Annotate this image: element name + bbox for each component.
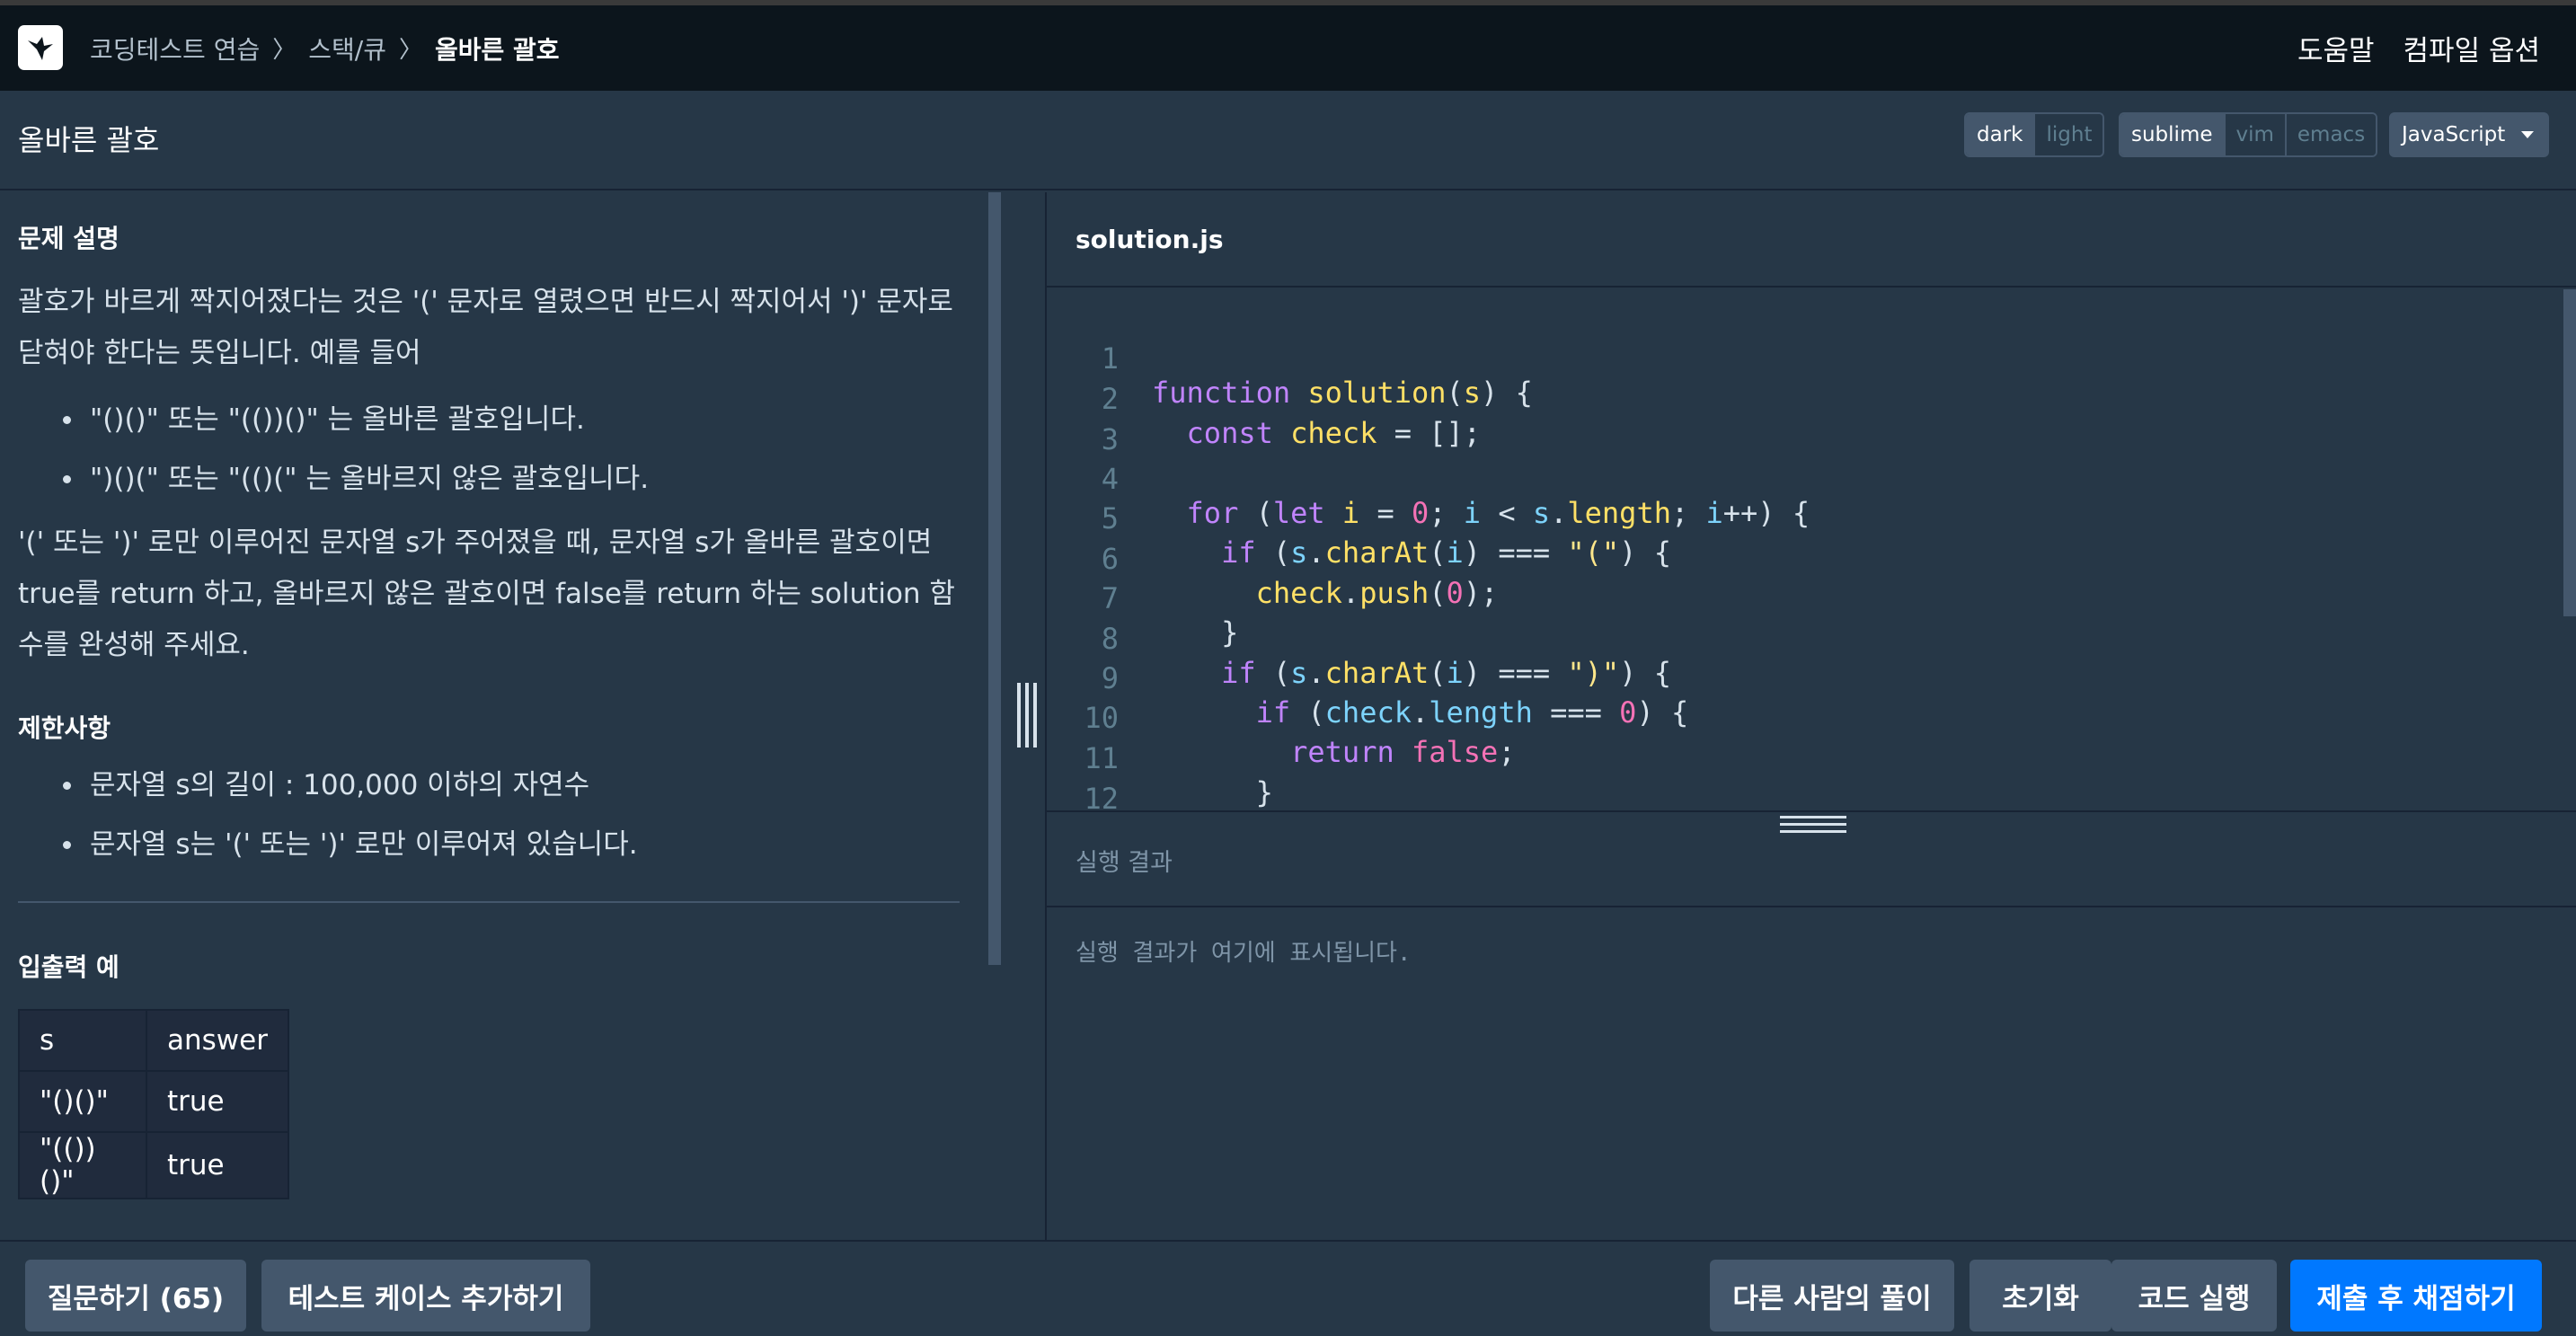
programmers-logo-icon[interactable]: [18, 25, 63, 70]
table-header-cell: s: [18, 1009, 147, 1072]
keymap-sublime-option[interactable]: sublime: [2120, 114, 2224, 155]
theme-dark-option[interactable]: dark: [1966, 114, 2034, 155]
example-list: "()()" 또는 "(())()" 는 올바른 괄호입니다. ")()(" 또…: [63, 390, 961, 509]
table-row: "()()" true: [18, 1070, 289, 1133]
top-navbar: 코딩테스트 연습 〉 스택/큐 〉 올바른 괄호 도움말 컴파일 옵션: [0, 5, 2576, 91]
result-output: 실행 결과가 여기에 표시됩니다.: [1076, 940, 1412, 967]
breadcrumb-current: 올바른 괄호: [434, 34, 560, 65]
description-line: 닫혀야 한다는 뜻입니다. 예를 들어: [18, 337, 421, 369]
line-number: 12: [1084, 782, 1119, 809]
table-cell: "(())()": [18, 1131, 147, 1199]
table-row: "(())()" true: [18, 1131, 289, 1199]
page-title: 올바른 괄호: [18, 123, 160, 157]
run-code-button[interactable]: 코드 실행: [2111, 1260, 2277, 1332]
breadcrumb: 코딩테스트 연습 〉 스택/큐 〉 올바른 괄호: [90, 5, 560, 91]
help-link[interactable]: 도움말: [2297, 28, 2375, 68]
table-cell: "()()": [18, 1070, 147, 1133]
list-item: 문자열 s의 길이 : 100,000 이하의 자연수: [63, 756, 961, 815]
code-line: 6 check.push(0);: [1047, 508, 2574, 610]
constraints-title: 제한사항: [18, 713, 111, 743]
table-cell: true: [146, 1131, 289, 1199]
add-testcase-button[interactable]: 테스트 케이스 추가하기: [261, 1260, 590, 1332]
theme-light-option[interactable]: light: [2033, 114, 2103, 155]
breadcrumb-stack-queue[interactable]: 스택/큐: [308, 31, 386, 66]
problem-description-panel[interactable]: 문제 설명 괄호가 바르게 짝지어졌다는 것은 '(' 문자로 열렸으면 반드시…: [0, 192, 995, 1240]
language-selected: JavaScript: [2402, 123, 2506, 146]
task-line: 수를 완성해 주세요.: [18, 629, 250, 661]
header-links: 도움말 컴파일 옵션: [2297, 5, 2540, 91]
code-editor[interactable]: 1 function solution(s) { 2 const check =…: [1047, 289, 2576, 809]
code-line: 7 }: [1047, 547, 2574, 650]
code-line: 12 check.pop();: [1047, 748, 2574, 809]
table-header-cell: answer: [146, 1009, 289, 1072]
constraints-list: 문자열 s의 길이 : 100,000 이하의 자연수 문자열 s는 '(' 또…: [63, 756, 961, 874]
keymap-vim-option[interactable]: vim: [2223, 114, 2285, 155]
list-item: "()()" 또는 "(())()" 는 올바른 괄호입니다.: [63, 390, 961, 449]
code-line: 8 if (s.charAt(i) === ")") {: [1047, 588, 2574, 690]
others-solutions-button[interactable]: 다른 사람의 풀이: [1710, 1260, 1954, 1332]
description-scrollbar[interactable]: [988, 192, 1001, 965]
code-line: 3: [1047, 388, 2574, 456]
code-line: 11 }: [1047, 707, 2574, 809]
action-footer: 질문하기 (65) 테스트 케이스 추가하기 다른 사람의 풀이 초기화 코드 …: [0, 1240, 2576, 1336]
list-item: ")()(" 또는 "(()(" 는 올바르지 않은 괄호입니다.: [63, 449, 961, 509]
editor-resize-handle[interactable]: [1780, 816, 1846, 836]
code-line: 4 for (let i = 0; i < s.length; i++) {: [1047, 428, 2574, 530]
code-line: 10 return false;: [1047, 667, 2574, 769]
description-title: 문제 설명: [18, 224, 120, 253]
language-select[interactable]: JavaScript: [2389, 112, 2549, 157]
chevron-right-icon: 〉: [398, 37, 422, 64]
description-line: 괄호가 바르게 짝지어졌다는 것은 '(' 문자로 열렸으면 반드시 짝지어서 …: [18, 286, 953, 318]
table-header-row: s answer: [18, 1009, 289, 1072]
io-example-title: 입출력 예: [18, 952, 120, 982]
result-title: 실행 결과: [1076, 849, 1173, 877]
code-line: 9 if (check.length === 0) {: [1047, 627, 2574, 730]
code-panel: solution.js 1 function solution(s) { 2 c…: [1045, 192, 2576, 1240]
chevron-right-icon: 〉: [272, 37, 297, 64]
code-line: 1 function solution(s) {: [1047, 307, 2574, 410]
editor-scrollbar[interactable]: [2563, 289, 2576, 616]
list-item: 문자열 s는 '(' 또는 ')' 로만 이루어져 있습니다.: [63, 815, 961, 874]
caret-down-icon: [2521, 131, 2535, 138]
code-line: 5 if (s.charAt(i) === "(") {: [1047, 467, 2574, 570]
file-name: solution.js: [1076, 225, 1224, 254]
code-line: 2 const check = [];: [1047, 348, 2574, 450]
theme-toggle: dark light: [1964, 112, 2105, 157]
task-line: true를 return 하고, 올바르지 않은 괄호이면 false를 ret…: [18, 578, 955, 610]
problem-titlebar: 올바른 괄호 dark light sublime vim emacs Java…: [0, 91, 2576, 190]
breadcrumb-coding-test[interactable]: 코딩테스트 연습: [90, 31, 260, 66]
question-button[interactable]: 질문하기 (65): [25, 1260, 246, 1332]
keymap-toggle: sublime vim emacs: [2119, 112, 2378, 157]
task-line: '(' 또는 ')' 로만 이루어진 문자열 s가 주어졌을 때, 문자열 s가…: [18, 526, 933, 559]
keymap-emacs-option[interactable]: emacs: [2284, 114, 2377, 155]
file-tab: solution.js: [1047, 192, 2576, 288]
reset-button[interactable]: 초기화: [1970, 1260, 2111, 1332]
table-cell: true: [146, 1070, 289, 1133]
panel-resize-handle[interactable]: [1017, 683, 1039, 748]
io-example-table: s answer "()()" true "(())()" true: [18, 1009, 289, 1199]
submit-button[interactable]: 제출 후 채점하기: [2290, 1260, 2542, 1332]
compile-options-link[interactable]: 컴파일 옵션: [2403, 28, 2540, 68]
